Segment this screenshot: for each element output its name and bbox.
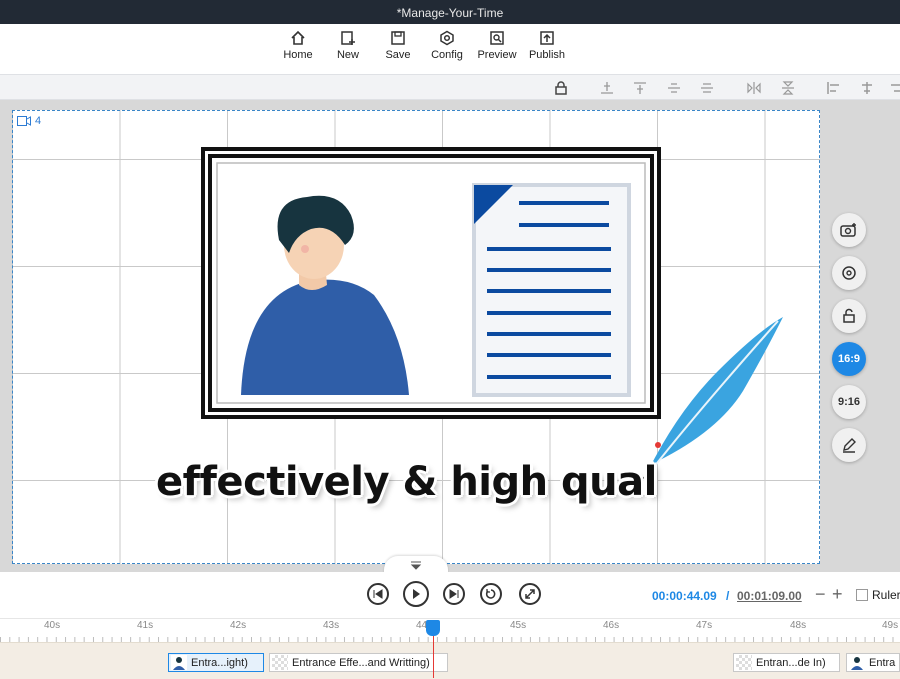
timeline-clip[interactable]: Entra: [846, 653, 900, 672]
timeline-clip[interactable]: Entrance Effe...and Writting): [269, 653, 448, 672]
preview-button[interactable]: Preview: [472, 28, 522, 70]
clip-label: Entran...de In): [756, 656, 826, 669]
ratio-9-16-button[interactable]: 9:16: [832, 385, 866, 419]
tick-label: 49s: [882, 620, 899, 631]
timeline-track: Entra...ight) Entrance Effe...and Writti…: [0, 642, 900, 679]
publish-icon: [540, 31, 554, 45]
tick-label: 48s: [790, 620, 807, 631]
transparent-thumbnail-icon: [736, 655, 752, 670]
time-separator: /: [726, 589, 730, 603]
zoom-out-button[interactable]: −: [815, 584, 826, 605]
play-button[interactable]: [403, 581, 429, 607]
previous-button[interactable]: [367, 583, 389, 605]
publish-button[interactable]: Publish: [522, 28, 572, 70]
publish-label: Publish: [528, 49, 566, 61]
slide-canvas[interactable]: 4 effectively & high qual: [12, 110, 820, 564]
ruler-label: Ruler: [872, 588, 900, 602]
align-left-icon[interactable]: [826, 80, 842, 96]
person-thumbnail-icon: [171, 655, 187, 670]
zoom-in-button[interactable]: +: [832, 584, 843, 605]
clip-label: Entrance Effe...and Writting): [292, 656, 430, 669]
config-label: Config: [431, 49, 463, 61]
align-center-icon[interactable]: [859, 80, 875, 96]
distribute-icon[interactable]: [699, 80, 715, 96]
camera-add-icon: [840, 223, 856, 237]
preview-icon: [490, 31, 504, 45]
feather-quill-image: [642, 317, 783, 480]
config-icon: [440, 30, 454, 46]
timeline-clip[interactable]: Entra...ight): [168, 653, 264, 672]
scene-indicator: 4: [17, 115, 41, 127]
preview-label: Preview: [477, 49, 517, 61]
new-label: New: [336, 49, 359, 61]
total-time[interactable]: 00:01:09.00: [737, 589, 802, 603]
align-bottom-icon[interactable]: [599, 80, 615, 96]
headline-text[interactable]: effectively & high qual: [156, 459, 657, 505]
expand-icon: [525, 589, 535, 599]
lock-icon[interactable]: [553, 80, 569, 96]
save-label: Save: [385, 49, 411, 61]
align-middle-icon[interactable]: [666, 80, 682, 96]
align-right-icon[interactable]: [888, 80, 900, 96]
replay-button[interactable]: [480, 583, 502, 605]
tick-label: 42s: [230, 620, 247, 631]
replay-icon: [485, 589, 496, 599]
skip-forward-icon: [449, 589, 459, 599]
tick-label: 40s: [44, 620, 61, 631]
fullscreen-button[interactable]: [519, 583, 541, 605]
alignment-toolbar: [0, 74, 900, 100]
home-button[interactable]: Home: [273, 28, 323, 70]
main-toolbar: Home New Save Config Preview Publish: [0, 24, 900, 74]
scene-number: 4: [35, 115, 42, 127]
next-button[interactable]: [443, 583, 465, 605]
home-icon: [291, 30, 305, 45]
new-button[interactable]: New: [323, 28, 373, 70]
tick-label: 45s: [510, 620, 527, 631]
align-top-icon[interactable]: [632, 80, 648, 96]
current-time: 00:00:44.09: [652, 589, 717, 603]
camera-icon: [17, 116, 31, 126]
pencil-icon: [843, 438, 856, 453]
tick-label: 46s: [603, 620, 620, 631]
unlock-button[interactable]: [832, 299, 866, 333]
person-thumbnail-icon: [849, 655, 865, 670]
tick-label: 41s: [137, 620, 154, 631]
tick-label: 47s: [696, 620, 713, 631]
snapshot-button[interactable]: [832, 213, 866, 247]
resume-illustration[interactable]: [199, 145, 663, 425]
rotate-button[interactable]: [832, 256, 866, 290]
flip-vertical-icon[interactable]: [780, 80, 796, 96]
playhead-handle[interactable]: [426, 620, 440, 636]
chevron-down-icon: [410, 561, 422, 570]
clip-label: Entra: [869, 656, 896, 669]
config-button[interactable]: Config: [422, 28, 472, 70]
timeline-ruler[interactable]: 40s 41s 42s 43s 44s 45s 46s 47s 48s 49s: [0, 618, 900, 643]
ratio-16-9-button[interactable]: 16:9: [832, 342, 866, 376]
tick-label: 43s: [323, 620, 340, 631]
timeline-clip[interactable]: Entran...de In): [733, 653, 840, 672]
new-icon: [341, 31, 355, 45]
canvas-stage: 4 effectively & high qual 16:9 9:16: [0, 100, 900, 572]
transparent-thumbnail-icon: [272, 655, 288, 670]
ruler-checkbox[interactable]: [856, 589, 868, 601]
play-icon: [413, 589, 420, 599]
unlock-icon: [843, 308, 855, 323]
edit-button[interactable]: [832, 428, 866, 462]
playback-bar: 00:00:44.09 / 00:01:09.00 − + Ruler: [0, 572, 900, 618]
home-label: Home: [283, 49, 313, 61]
save-icon: [391, 31, 405, 45]
save-button[interactable]: Save: [373, 28, 423, 70]
clip-label: Entra...ight): [191, 656, 248, 669]
window-title: *Manage-Your-Time: [0, 0, 900, 24]
rotate-icon: [842, 266, 856, 280]
skip-back-icon: [373, 589, 383, 599]
flip-horizontal-icon[interactable]: [746, 80, 762, 96]
